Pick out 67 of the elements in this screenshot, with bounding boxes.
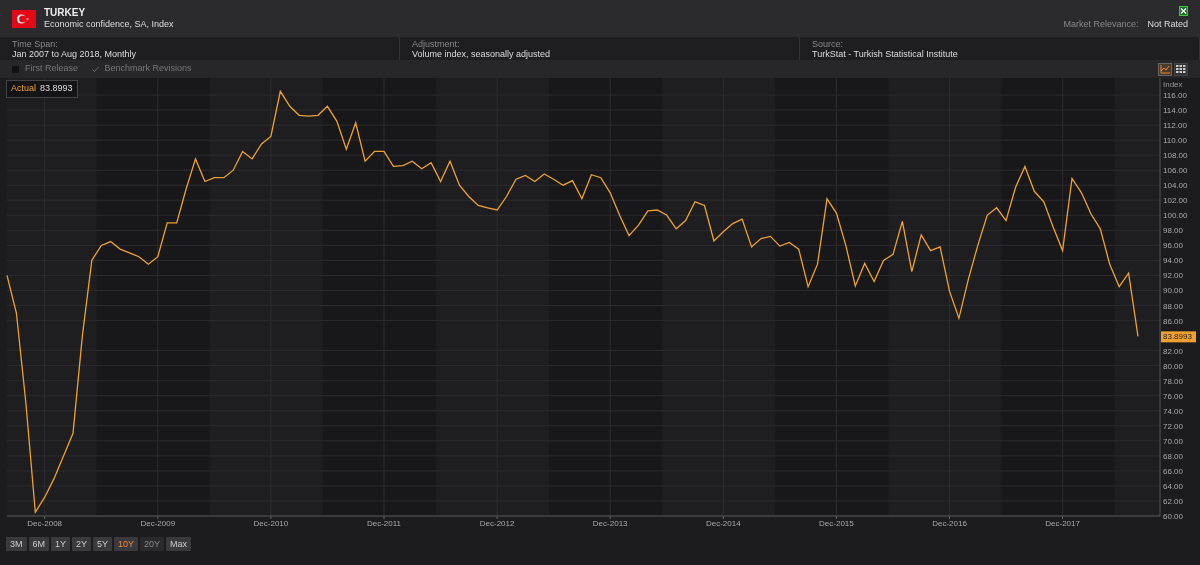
y-tick-label: 96.00	[1163, 241, 1184, 251]
y-tick-label: 102.00	[1163, 196, 1188, 206]
y-tick-label: 60.00	[1163, 512, 1184, 521]
info-value: TurkStat - Turkish Statistical Institute	[812, 49, 959, 60]
y-tick-label: 100.00	[1163, 211, 1188, 221]
y-tick-label: 112.00	[1163, 121, 1187, 131]
y-tick-label: 82.00	[1163, 346, 1184, 356]
y-tick-label: 70.00	[1163, 436, 1184, 446]
x-tick-label: Dec-2008	[27, 519, 63, 528]
y-tick-label: 116.00	[1163, 91, 1187, 101]
y-tick-label: 62.00	[1163, 496, 1184, 506]
option-label: Benchmark Revisions	[104, 62, 192, 76]
info-label: Time Span:	[12, 39, 59, 50]
info-label: Source:	[812, 39, 845, 50]
range-button[interactable]: Max	[166, 537, 192, 551]
y-tick-label: 98.00	[1163, 226, 1184, 236]
y-tick-label: 94.00	[1163, 256, 1184, 266]
y-tick-label: 106.00	[1163, 166, 1188, 176]
x-tick-label: Dec-2012	[479, 519, 515, 528]
spreadsheet-icon[interactable]	[1179, 5, 1188, 16]
option-label: First Release	[25, 62, 78, 76]
y-tick-label: 114.00	[1163, 106, 1187, 116]
info-label: Adjustment:	[412, 39, 461, 50]
y-tick-label: 108.00	[1163, 151, 1188, 161]
y-tick-label: 66.00	[1163, 466, 1184, 476]
checkbox-icon[interactable]	[12, 65, 19, 73]
range-button[interactable]: 10Y	[114, 537, 139, 551]
y-tick-label: 110.00	[1163, 136, 1187, 146]
info-value: Jan 2007 to Aug 2018, Monthly	[12, 49, 138, 60]
y-tick-label: 104.00	[1163, 181, 1188, 191]
y-axis-title: Index	[1163, 80, 1183, 89]
table-view-button[interactable]	[1174, 62, 1188, 76]
x-tick-label: Dec-2009	[140, 519, 176, 528]
range-button[interactable]: 1Y	[51, 537, 71, 551]
y-tick-label: 76.00	[1163, 391, 1184, 401]
range-button[interactable]: 3M	[6, 537, 27, 551]
x-tick-label: Dec-2015	[819, 519, 854, 528]
current-value-label: 83.8993	[1161, 331, 1196, 343]
y-tick-label: 74.00	[1163, 406, 1184, 416]
y-tick-label: 90.00	[1163, 286, 1184, 296]
y-tick-label: 64.00	[1163, 481, 1184, 491]
y-tick-label: 68.00	[1163, 451, 1184, 461]
y-tick-label: 78.00	[1163, 376, 1184, 386]
indicator-name: Economic confidence, SA, Index	[44, 19, 175, 30]
x-tick-label: Dec-2013	[592, 519, 628, 528]
market-relevance-value: Not Rated	[1147, 17, 1188, 31]
y-tick-label: 92.00	[1163, 271, 1184, 281]
y-tick-label: 80.00	[1163, 361, 1184, 371]
x-tick-label: Dec-2017	[1045, 519, 1080, 528]
legend-series: Actual	[11, 82, 36, 95]
country-title: TURKEY	[44, 7, 87, 20]
x-tick-label: Dec-2014	[705, 519, 741, 528]
range-button[interactable]: 6M	[28, 537, 50, 551]
y-tick-label: 88.00	[1163, 301, 1184, 311]
x-tick-label: Dec-2010	[253, 519, 289, 528]
y-tick-label: 72.00	[1163, 421, 1184, 431]
y-tick-label: 86.00	[1163, 316, 1184, 326]
range-button[interactable]: 2Y	[72, 537, 92, 551]
range-button[interactable]: 5Y	[93, 537, 113, 551]
x-tick-label: Dec-2016	[932, 519, 967, 528]
legend-value: 83.8993	[40, 82, 73, 95]
info-value: Volume index, seasonally adjusted	[412, 49, 552, 60]
flag-icon	[12, 9, 36, 28]
market-relevance-label: Market Relevance:	[1063, 17, 1139, 31]
chart-view-button[interactable]	[1157, 62, 1172, 76]
x-tick-label: Dec-2011	[366, 519, 402, 528]
checkmark-icon[interactable]	[91, 65, 99, 73]
